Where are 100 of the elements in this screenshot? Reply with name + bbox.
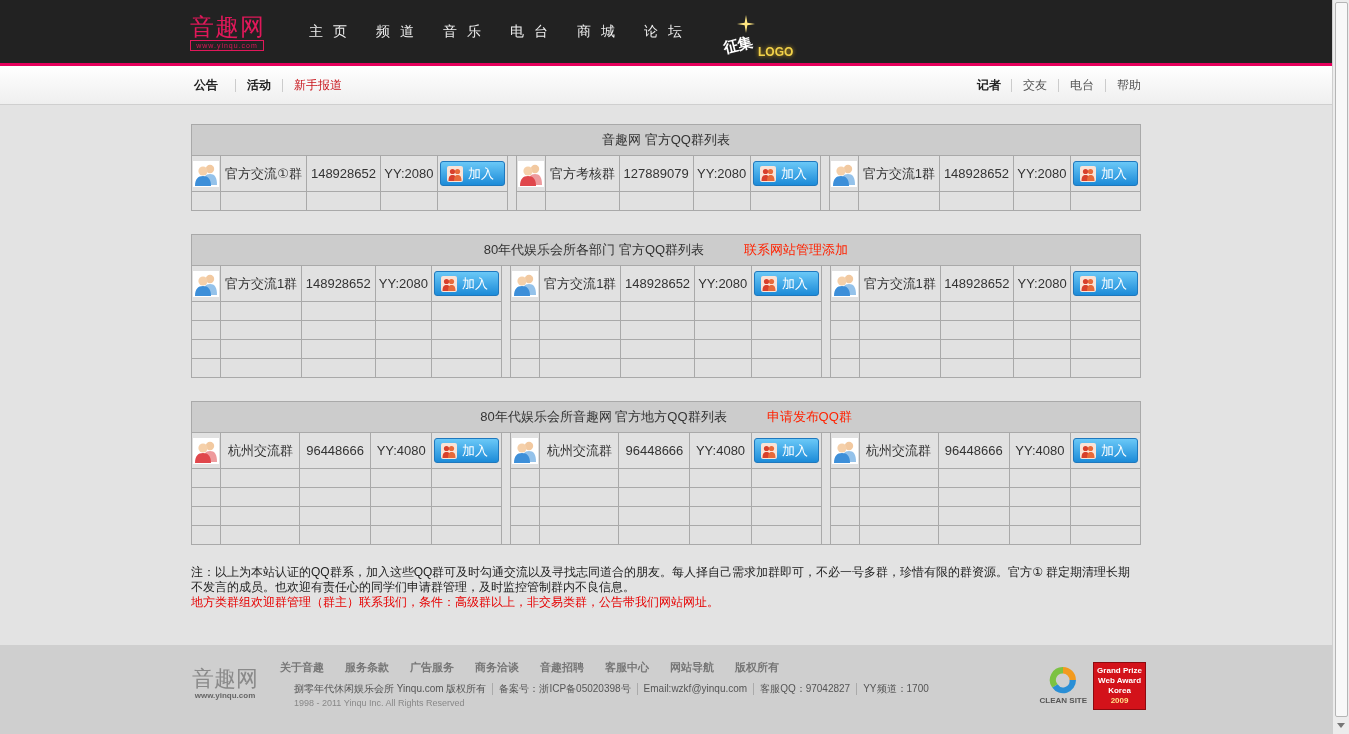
table-title: 80年代娱乐会所各部门 官方QQ群列表 (483, 242, 705, 257)
subnav-link[interactable]: 新手报道 (282, 78, 353, 92)
copyright-text: 1998 - 2011 Yinqu Inc. All Rights Reserved (294, 698, 466, 709)
table-link[interactable]: 申请发布QQ群 (766, 409, 852, 424)
users-icon (759, 165, 776, 182)
note-text: 注：以上为本站认证的QQ群系，加入这些QQ群可及时勾通交流以及寻找志同道合的朋友。每人择自己需求加群即可，不必一号多群，珍惜有限的群资源。官方① 群定期清理长期不发言的成员。也欢迎有责任心的同学们申请群管理，及时监控管制群内不良信息。 (191, 565, 1132, 595)
award-text: Grand Prize (1097, 666, 1142, 676)
users-icon (831, 437, 858, 464)
subnav-link[interactable]: 交友 (1011, 78, 1058, 92)
footer-info: Email:wzkf@yinqu.com (636, 683, 754, 695)
footer-link[interactable]: 关于音趣 (280, 660, 324, 674)
users-icon (760, 442, 777, 459)
table-link[interactable]: 联系网站管理添加 (744, 242, 849, 257)
yy-channel: YY:2080 (693, 155, 751, 192)
footer-logo-text[interactable]: 音趣网 (192, 667, 258, 691)
users-icon (1080, 442, 1096, 459)
users-icon (512, 270, 539, 297)
users-icon (760, 275, 777, 292)
nav-link[interactable]: 主页 (309, 22, 357, 41)
group-number: 148928652 (301, 265, 375, 302)
group-name: 官方交流1群 (859, 265, 941, 302)
join-button[interactable]: 加入 (434, 271, 500, 296)
nav-link[interactable]: 电台 (510, 22, 558, 41)
yy-channel: YY:4080 (1009, 432, 1071, 469)
subnav-link[interactable]: 活动 (235, 78, 282, 92)
group-number: 148928652 (939, 155, 1014, 192)
scrollbar[interactable] (1332, 0, 1349, 734)
footer-link[interactable]: 版权所有 (735, 660, 779, 674)
note-highlight: 地方类群组欢迎群管理（群主）联系我们，条件：高级群以上，非交易类群，公告带我们网站网址。 (191, 595, 720, 610)
users-icon (193, 160, 219, 187)
group-name: 官方交流1群 (220, 265, 302, 302)
group-name: 官方交流①群 (220, 155, 307, 192)
users-icon (517, 160, 544, 187)
footer-info: YY频道：1700 (856, 683, 935, 695)
subnav-link[interactable]: 记者 (977, 78, 1011, 92)
footer-link[interactable]: 音趣招聘 (540, 660, 584, 674)
group-number: 148928652 (620, 265, 695, 302)
users-icon (1080, 165, 1096, 182)
users-icon (830, 160, 857, 187)
nav-link[interactable]: 论坛 (644, 22, 692, 41)
promo-title[interactable]: 征集 (721, 33, 755, 56)
badge-label: CLEAN SITE (1039, 696, 1088, 706)
award-text: Korea (1108, 686, 1131, 696)
group-number: 148928652 (940, 265, 1014, 302)
users-icon (446, 165, 463, 182)
users-icon (1080, 275, 1096, 292)
promo-subtitle[interactable]: LOGO (758, 45, 794, 59)
footer-info: 捌零年代休闲娱乐会所 Yinqu.com 版权所有 (294, 683, 488, 695)
join-button[interactable]: 加入 (1073, 271, 1138, 296)
award-text: Web Award (1098, 676, 1142, 686)
users-icon (193, 270, 219, 297)
footer-info: 备案号：浙ICP备05020398号 (492, 683, 637, 695)
scroll-down-icon[interactable] (1337, 723, 1345, 728)
nav-link[interactable]: 频道 (376, 22, 424, 41)
group-number: 127889079 (619, 155, 694, 192)
yy-channel: YY:4080 (370, 432, 432, 469)
yy-channel: YY:2080 (1013, 265, 1071, 302)
footer-logo-url: www.yinqu.com (194, 691, 256, 700)
nav-link[interactable]: 商城 (577, 22, 625, 41)
subnav-link[interactable]: 电台 (1058, 78, 1105, 92)
footer-info: 客服QQ：97042827 (753, 683, 857, 695)
yy-channel: YY:2080 (1013, 155, 1071, 192)
footer-link[interactable]: 商务洽谈 (475, 660, 519, 674)
group-name: 官方考核群 (545, 155, 620, 192)
join-button[interactable]: 加入 (1073, 438, 1138, 463)
footer-link[interactable]: 网站导航 (670, 660, 714, 674)
scrollbar-thumb[interactable] (1334, 2, 1348, 717)
group-number: 96448666 (299, 432, 371, 469)
yy-channel: YY:2080 (694, 265, 752, 302)
group-number: 148928652 (306, 155, 381, 192)
join-button[interactable]: 加入 (1073, 161, 1138, 186)
group-name: 官方交流1群 (858, 155, 940, 192)
join-button[interactable]: 加入 (434, 438, 500, 463)
group-name: 官方交流1群 (539, 265, 621, 302)
users-icon (512, 437, 539, 464)
group-number: 96448666 (618, 432, 690, 469)
users-icon (441, 442, 458, 459)
group-name: 杭州交流群 (539, 432, 619, 469)
users-icon (441, 275, 458, 292)
swirl-icon (1049, 666, 1078, 694)
yy-channel: YY:2080 (375, 265, 432, 302)
join-button[interactable]: 加入 (439, 161, 505, 186)
award-text: 2009 (1110, 696, 1129, 706)
join-button[interactable]: 加入 (753, 438, 819, 463)
table-title: 音趣网 官方QQ群列表 (602, 132, 730, 147)
group-name: 杭州交流群 (220, 432, 300, 469)
yy-channel: YY:2080 (380, 155, 438, 192)
subnav-link[interactable]: 帮助 (1105, 78, 1141, 92)
nav-link[interactable]: 音乐 (443, 22, 491, 41)
footer-link[interactable]: 服务条款 (345, 660, 389, 674)
site-logo-text[interactable]: 音趣网 (189, 14, 265, 40)
join-button[interactable]: 加入 (752, 161, 818, 186)
yy-channel: YY:4080 (689, 432, 752, 469)
footer-link[interactable]: 客服中心 (605, 660, 649, 674)
group-name: 杭州交流群 (859, 432, 939, 469)
join-button[interactable]: 加入 (753, 271, 819, 296)
table-title: 80年代娱乐会所音趣网 官方地方QQ群列表 (480, 409, 727, 424)
group-number: 96448666 (938, 432, 1010, 469)
footer-link[interactable]: 广告服务 (410, 660, 454, 674)
subnav-link[interactable]: 公告 (191, 78, 235, 92)
